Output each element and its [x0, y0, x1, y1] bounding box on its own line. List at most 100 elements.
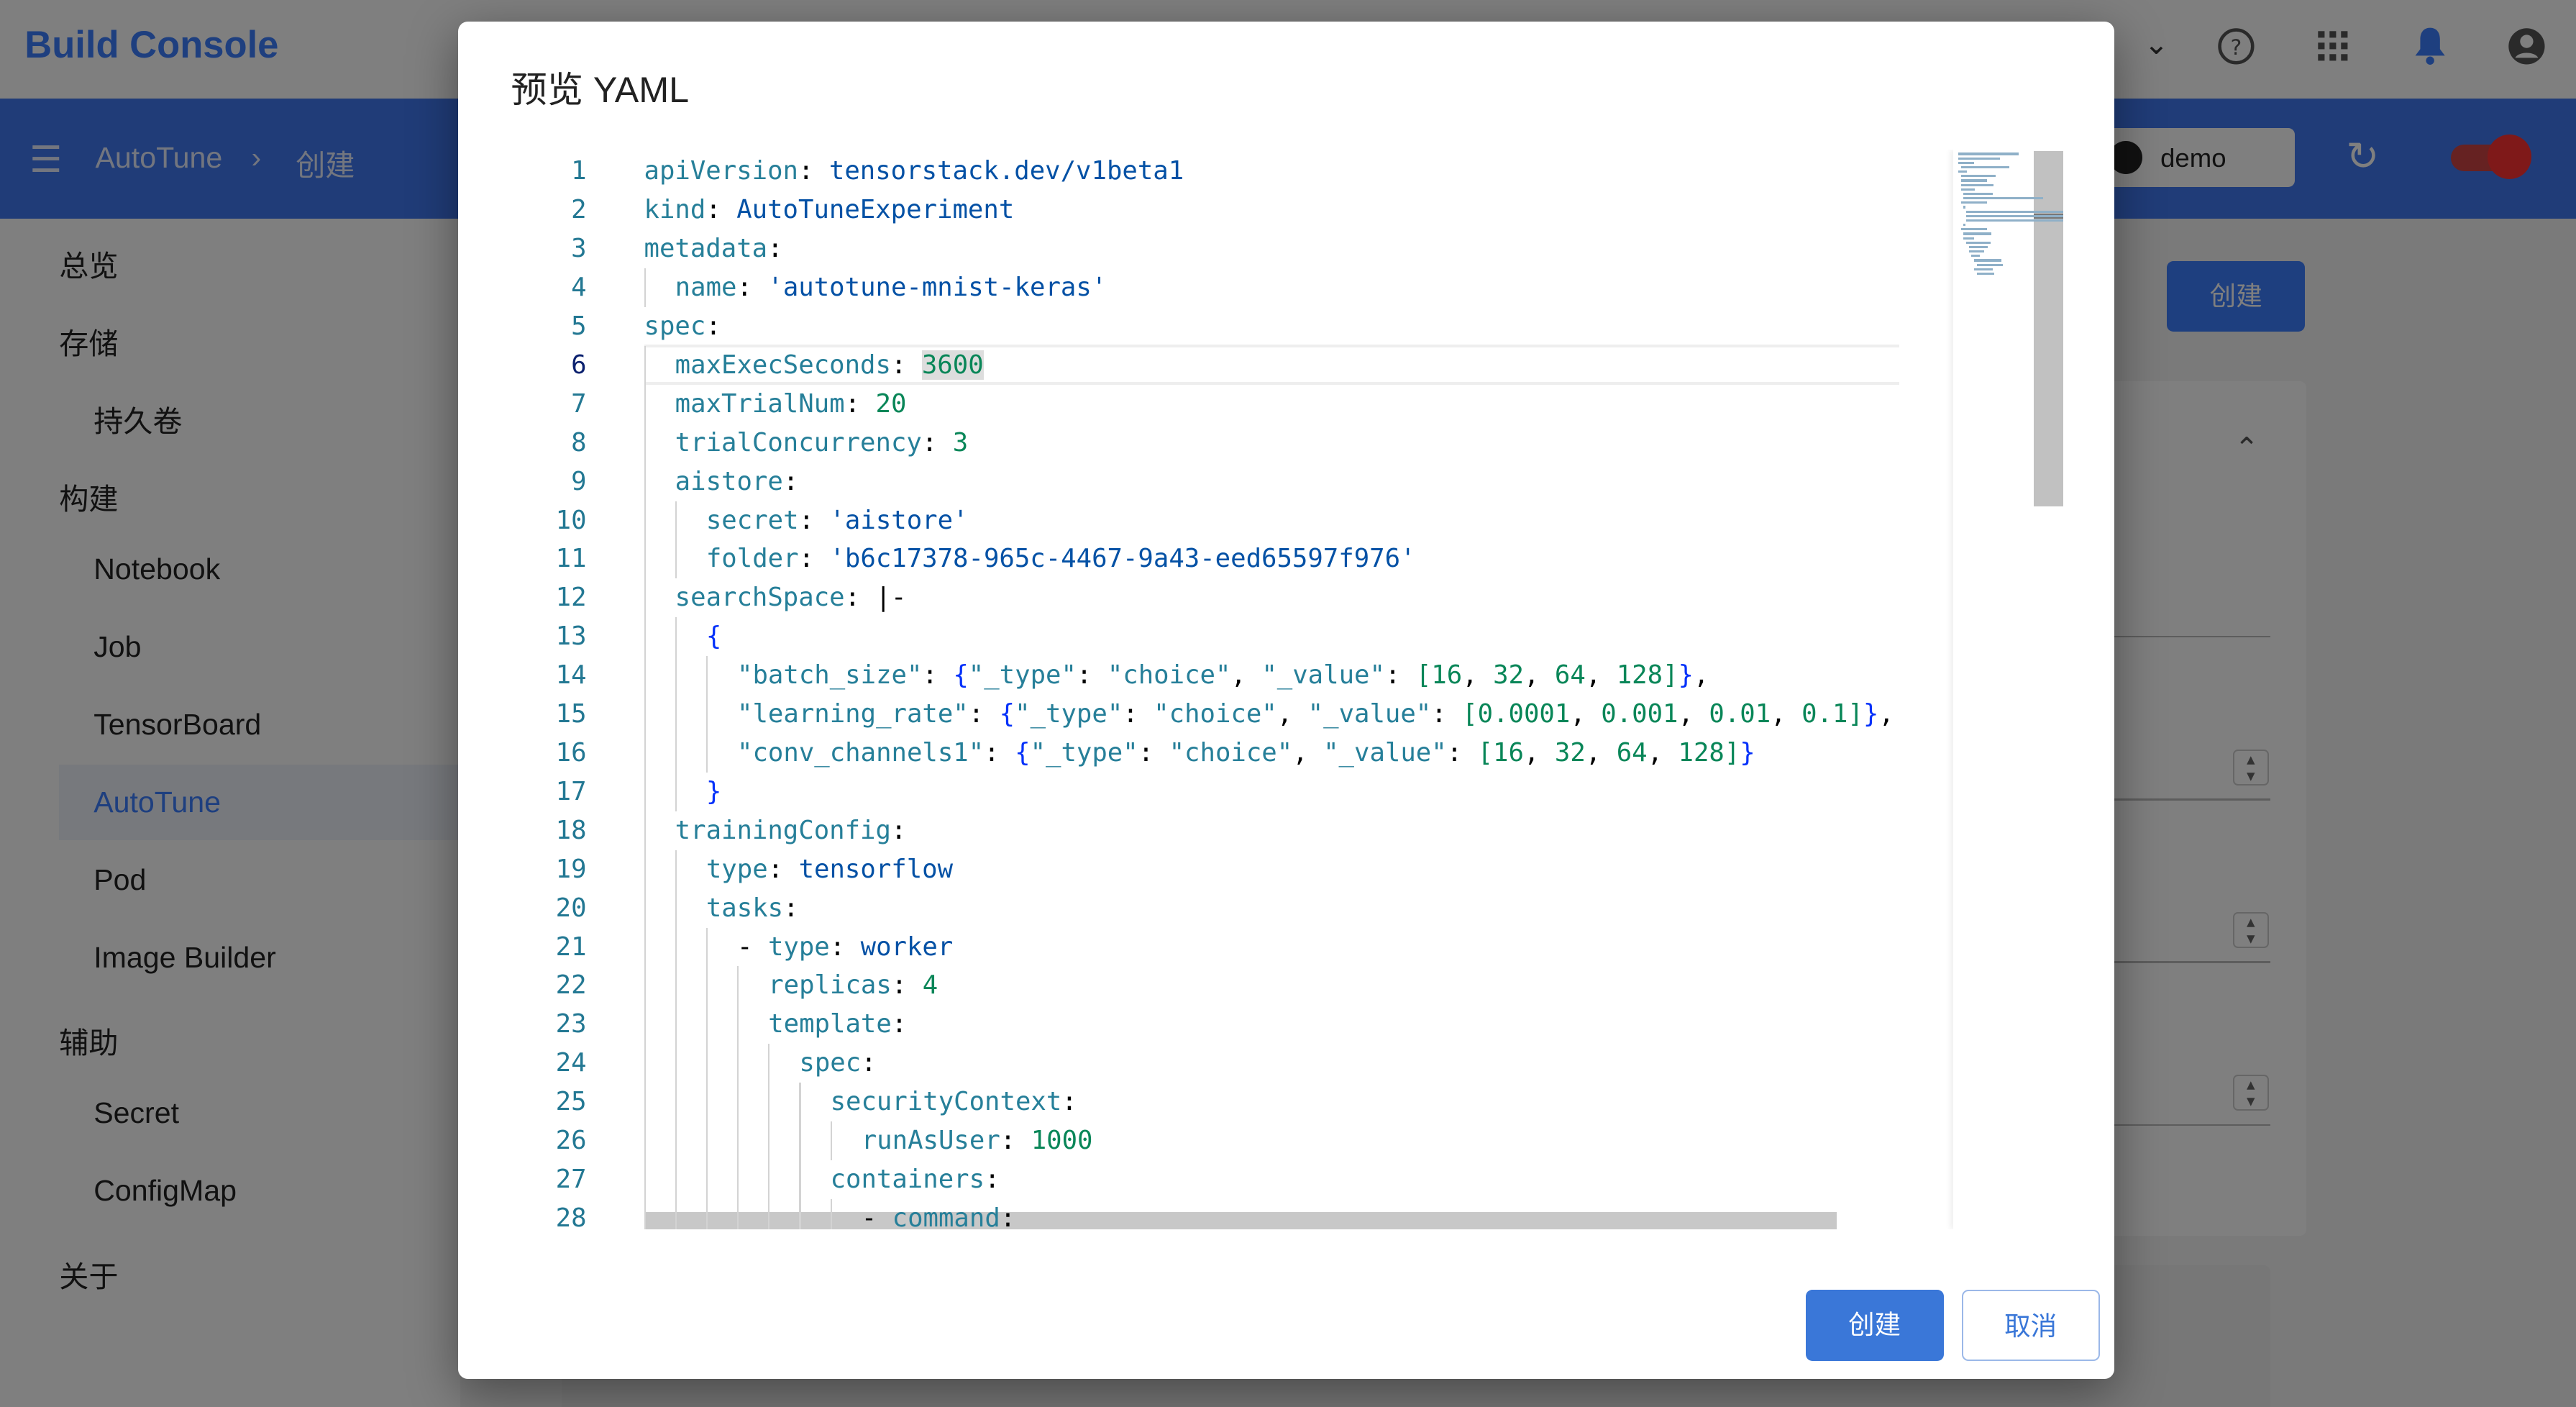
indent-guide	[830, 1121, 832, 1161]
code-token: :	[890, 815, 907, 845]
indent-guide	[644, 578, 646, 618]
code-token: "choice"	[1107, 660, 1231, 691]
indent-guide	[644, 1083, 646, 1122]
code-token: }	[705, 776, 722, 806]
yaml-editor[interactable]: 1 apiVersion: tensorstack.dev/v1beta1 2 kin…	[513, 149, 2064, 1229]
code-token: :	[922, 660, 954, 691]
code-token: :	[1123, 699, 1154, 729]
indent-guide	[644, 695, 646, 734]
line-number: 22	[555, 970, 587, 1001]
code-token: tasks	[705, 893, 784, 923]
minimap-line	[1960, 228, 1987, 231]
code-token: "learning_rate"	[737, 699, 969, 729]
code-token: :	[767, 234, 783, 264]
minimap-line	[1966, 214, 2064, 217]
code-token: :	[767, 854, 799, 884]
indent-guide	[675, 772, 677, 811]
code-line: spec:	[644, 307, 721, 346]
code-token: 'b6c17378-965c-4467-9a43-eed65597f976'	[829, 544, 1416, 574]
code-token: aistore	[675, 466, 783, 496]
confirm-create-button[interactable]: 创建	[1805, 1290, 1944, 1361]
indent-guide	[675, 656, 677, 696]
indent-guide	[768, 1160, 770, 1199]
indent-guide	[737, 966, 739, 1006]
code-line: securityContext:	[831, 1083, 1077, 1121]
indent-guide	[675, 501, 677, 540]
code-token: -	[861, 1203, 892, 1229]
code-token: 4	[922, 970, 938, 1001]
code-token: folder	[705, 544, 799, 574]
indent-guide	[644, 966, 646, 1006]
minimap-line	[1966, 219, 2064, 222]
app-root: Build Console ⌄ ? ☰ AutoTune › 创建 demo ↻…	[0, 0, 2576, 1407]
indent-guide	[705, 656, 708, 696]
code-line: spec:	[799, 1044, 876, 1083]
code-token: :	[861, 1048, 877, 1078]
code-token: 'aistore'	[829, 505, 969, 535]
line-number: 5	[571, 311, 587, 341]
indent-guide	[675, 1044, 677, 1083]
cancel-button[interactable]: 取消	[1961, 1290, 2100, 1361]
code-token: "_type"	[1015, 699, 1123, 729]
code-token: {	[1015, 738, 1031, 768]
code-line: name: 'autotune-mnist-keras'	[675, 268, 1107, 307]
code-token: 64	[1554, 660, 1586, 691]
code-token: ,	[1230, 660, 1262, 691]
line-number: 19	[555, 854, 587, 884]
code-token: 1000	[1031, 1126, 1093, 1156]
editor-scrollbar-thumb[interactable]	[2034, 151, 2064, 506]
code-line: trainingConfig:	[675, 811, 907, 850]
code-token: :	[1000, 1203, 1016, 1229]
code-token: secret	[705, 505, 799, 535]
code-token: :	[705, 195, 737, 225]
indent-guide	[644, 734, 646, 773]
code-token: {	[705, 621, 722, 652]
line-number: 9	[571, 466, 587, 496]
indent-guide	[675, 1121, 677, 1161]
code-token: 128]	[1616, 660, 1678, 691]
indent-guide	[644, 501, 646, 540]
indent-guide	[737, 1198, 739, 1229]
indent-guide	[644, 1005, 646, 1044]
code-line: runAsUser: 1000	[862, 1121, 1093, 1160]
code-token: ,	[1524, 660, 1555, 691]
code-token: ,	[1523, 738, 1555, 768]
indent-guide	[799, 1083, 801, 1122]
minimap-line	[1968, 250, 1985, 253]
indent-guide	[737, 1044, 739, 1083]
code-token: ,	[1771, 699, 1802, 729]
minimap-line	[1966, 241, 1991, 244]
code-line: folder: 'b6c17378-965c-4467-9a43-eed6559…	[706, 539, 1416, 578]
line-number: 26	[555, 1126, 587, 1156]
code-token: :	[891, 970, 923, 1001]
code-token: 0.001	[1601, 699, 1678, 729]
code-token: [16	[1415, 660, 1463, 691]
indent-guide	[737, 1005, 739, 1044]
code-token: type	[767, 932, 830, 962]
code-token: ,	[1693, 660, 1709, 691]
indent-guide	[768, 1198, 770, 1229]
line-number: 12	[555, 583, 587, 613]
code-token: ,	[1678, 699, 1709, 729]
code-token: 'autotune-mnist-keras'	[767, 273, 1107, 303]
indent-guide	[737, 1121, 739, 1161]
code-line: "learning_rate": {"_type": "choice", "_v…	[737, 695, 1894, 734]
code-token: ,	[1276, 699, 1308, 729]
indent-guide	[675, 966, 677, 1006]
code-token: 32	[1554, 738, 1586, 768]
minimap-line	[1963, 206, 1965, 209]
indent-guide	[644, 888, 646, 928]
code-line: {	[706, 617, 721, 656]
line-number: 13	[555, 621, 587, 652]
code-token: "choice"	[1169, 738, 1293, 768]
code-token: 3	[952, 427, 969, 457]
indent-guide	[644, 268, 646, 307]
indent-guide	[644, 772, 646, 811]
code-token: searchSpace	[675, 583, 845, 613]
code-token: -	[737, 932, 768, 962]
minimap-line	[1963, 197, 2043, 200]
yaml-preview-dialog: 预览 YAML 1 apiVersion: tensorstack.dev/v1b…	[458, 21, 2115, 1379]
code-token: spec	[644, 311, 706, 341]
code-token: template	[768, 1009, 892, 1039]
code-token: AutoTuneExperiment	[736, 195, 1015, 225]
